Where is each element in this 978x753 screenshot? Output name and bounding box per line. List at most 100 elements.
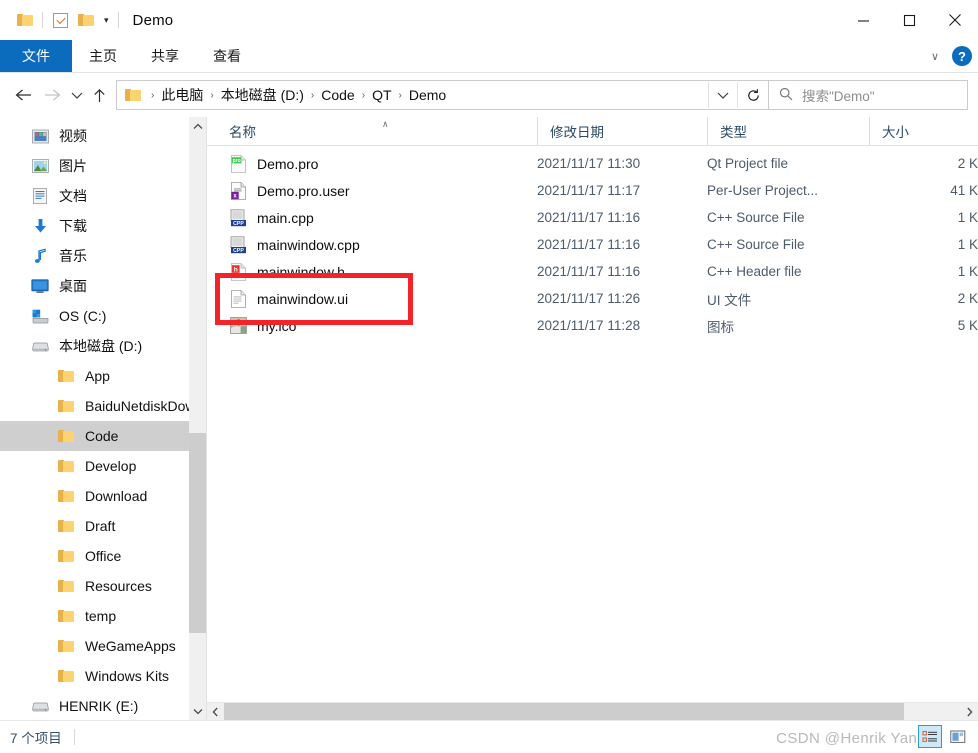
sidebar-item-pictures[interactable]: 图片 (0, 151, 206, 181)
address-dropdown-icon[interactable] (708, 82, 737, 108)
column-header-type[interactable]: 类型 (707, 117, 869, 145)
search-box[interactable]: 搜索"Demo" (769, 80, 968, 110)
recent-locations-button[interactable] (66, 80, 88, 110)
sidebar-item-wegameapps[interactable]: WeGameApps (0, 631, 206, 661)
sidebar-item-label: Office (85, 548, 122, 564)
sidebar-item-documents[interactable]: 文档 (0, 181, 206, 211)
sidebar-item-app[interactable]: App (0, 361, 206, 391)
tab-view[interactable]: 查看 (196, 40, 258, 72)
divider (117, 12, 119, 28)
table-row[interactable]: CPP mainwindow.cpp 2021/11/17 11:16 C++ … (207, 231, 978, 258)
file-size-cell: 41 K (950, 183, 978, 198)
sidebar-item-music[interactable]: 音乐 (0, 241, 206, 271)
table-row[interactable]: my.ico 2021/11/17 11:28 图标 5 K (207, 312, 978, 339)
file-name-cell[interactable]: mainwindow.ui (207, 289, 537, 308)
table-row[interactable]: mainwindow.ui 2021/11/17 11:26 UI 文件 2 K (207, 285, 978, 312)
breadcrumb-item-drive-d[interactable]: 本地磁盘 (D:) (221, 85, 304, 105)
file-type-cell: Per-User Project... (707, 183, 819, 198)
sidebar-item-local-disk-d[interactable]: 本地磁盘 (D:) (0, 331, 206, 361)
file-name-cell[interactable]: x Demo.pro.user (207, 181, 537, 200)
file-type-cell: C++ Header file (707, 264, 802, 279)
back-button[interactable] (10, 80, 38, 110)
breadcrumb-item-qt[interactable]: QT (372, 87, 391, 103)
sidebar-item-temp[interactable]: temp (0, 601, 206, 631)
tab-home[interactable]: 主页 (72, 40, 134, 72)
table-row[interactable]: h mainwindow.h 2021/11/17 11:16 C++ Head… (207, 258, 978, 285)
sidebar-item-os-c[interactable]: OS (C:) (0, 301, 206, 331)
maximize-button[interactable] (886, 0, 932, 40)
breadcrumb-separator[interactable]: › (304, 90, 321, 101)
sidebar-item-desktop[interactable]: 桌面 (0, 271, 206, 301)
breadcrumb-item-code[interactable]: Code (321, 87, 354, 103)
sidebar-item-code[interactable]: Code (0, 421, 206, 451)
sidebar-item-videos[interactable]: 视频 (0, 121, 206, 151)
horizontal-scrollbar-track[interactable] (224, 703, 961, 720)
breadcrumb-separator[interactable]: › (392, 90, 409, 101)
forward-button[interactable] (38, 80, 66, 110)
file-name-cell[interactable]: CPP main.cpp (207, 208, 537, 227)
scroll-down-icon[interactable] (189, 702, 206, 720)
downloads-icon (30, 217, 50, 235)
file-name-cell[interactable]: pro Demo.pro (207, 154, 537, 173)
folder-icon[interactable] (12, 5, 38, 35)
close-button[interactable] (932, 0, 978, 40)
folder-icon[interactable] (125, 88, 142, 102)
sidebar-item-draft[interactable]: Draft (0, 511, 206, 541)
sidebar-item-label: Windows Kits (85, 668, 170, 684)
folder-icon (56, 547, 76, 565)
window-controls (840, 0, 978, 40)
minimize-button[interactable] (840, 0, 886, 40)
column-header-name[interactable]: 名称 ∧ (207, 117, 537, 145)
sidebar-scrollbar-thumb[interactable] (189, 433, 206, 633)
sidebar-item-office[interactable]: Office (0, 541, 206, 571)
breadcrumb-separator[interactable]: › (355, 90, 372, 101)
details-view-icon[interactable] (918, 725, 942, 748)
breadcrumb-bar[interactable]: › 此电脑 › 本地磁盘 (D:) › Code › QT › Demo (116, 80, 769, 110)
table-row[interactable]: CPP main.cpp 2021/11/17 11:16 C++ Source… (207, 204, 978, 231)
column-header-size[interactable]: 大小 (869, 117, 978, 145)
sidebar-item-label: 桌面 (59, 278, 87, 294)
divider (73, 729, 75, 745)
sidebar-item-windows-kits[interactable]: Windows Kits (0, 661, 206, 691)
cpp-source-icon: CPP (229, 235, 247, 254)
sidebar-item-label: 下载 (59, 218, 87, 234)
sidebar-item-develop[interactable]: Develop (0, 451, 206, 481)
sidebar-item-baidunetdiskdownload[interactable]: BaiduNetdiskDow (0, 391, 206, 421)
sidebar-item-label: HENRIK (E:) (59, 698, 139, 714)
tab-file[interactable]: 文件 (0, 40, 72, 72)
column-header-date-modified[interactable]: 修改日期 (537, 117, 707, 145)
breadcrumb-item-this-pc[interactable]: 此电脑 (161, 85, 203, 105)
tab-share[interactable]: 共享 (134, 40, 196, 72)
table-row[interactable]: pro Demo.pro 2021/11/17 11:30 Qt Project… (207, 150, 978, 177)
up-button[interactable] (88, 80, 110, 110)
sidebar-item-henrik-e[interactable]: HENRIK (E:) (0, 691, 206, 720)
new-folder-icon[interactable] (73, 5, 99, 35)
breadcrumb-separator[interactable]: › (203, 90, 220, 101)
scroll-left-icon[interactable] (207, 703, 224, 720)
refresh-icon[interactable] (737, 82, 768, 108)
properties-checkbox-icon[interactable] (47, 5, 73, 35)
sidebar-item-resources[interactable]: Resources (0, 571, 206, 601)
file-list-pane: 名称 ∧ 修改日期 类型 大小 pro Demo.pro 2021/11/17 … (207, 117, 978, 720)
large-icons-view-icon[interactable] (946, 725, 970, 748)
horizontal-scrollbar[interactable] (207, 702, 978, 720)
chevron-down-icon[interactable]: ▾ (99, 15, 114, 25)
help-icon[interactable]: ? (952, 46, 972, 66)
horizontal-scrollbar-thumb[interactable] (224, 703, 904, 720)
sidebar-scrollbar[interactable] (189, 117, 206, 720)
folder-icon (56, 607, 76, 625)
search-input[interactable]: 搜索"Demo" (802, 85, 875, 105)
sidebar-item-downloads[interactable]: 下载 (0, 211, 206, 241)
table-row[interactable]: x Demo.pro.user 2021/11/17 11:17 Per-Use… (207, 177, 978, 204)
breadcrumb-item-demo[interactable]: Demo (409, 87, 446, 103)
chevron-down-icon[interactable]: ∨ (924, 50, 946, 63)
file-name-cell[interactable]: h mainwindow.h (207, 262, 537, 281)
divider (42, 12, 43, 28)
file-name-cell[interactable]: my.ico (207, 316, 537, 335)
sidebar-item-label: 文档 (59, 188, 87, 204)
file-name-cell[interactable]: CPP mainwindow.cpp (207, 235, 537, 254)
scroll-right-icon[interactable] (961, 703, 978, 720)
scroll-up-icon[interactable] (189, 117, 206, 135)
folder-icon (56, 487, 76, 505)
sidebar-item-download[interactable]: Download (0, 481, 206, 511)
